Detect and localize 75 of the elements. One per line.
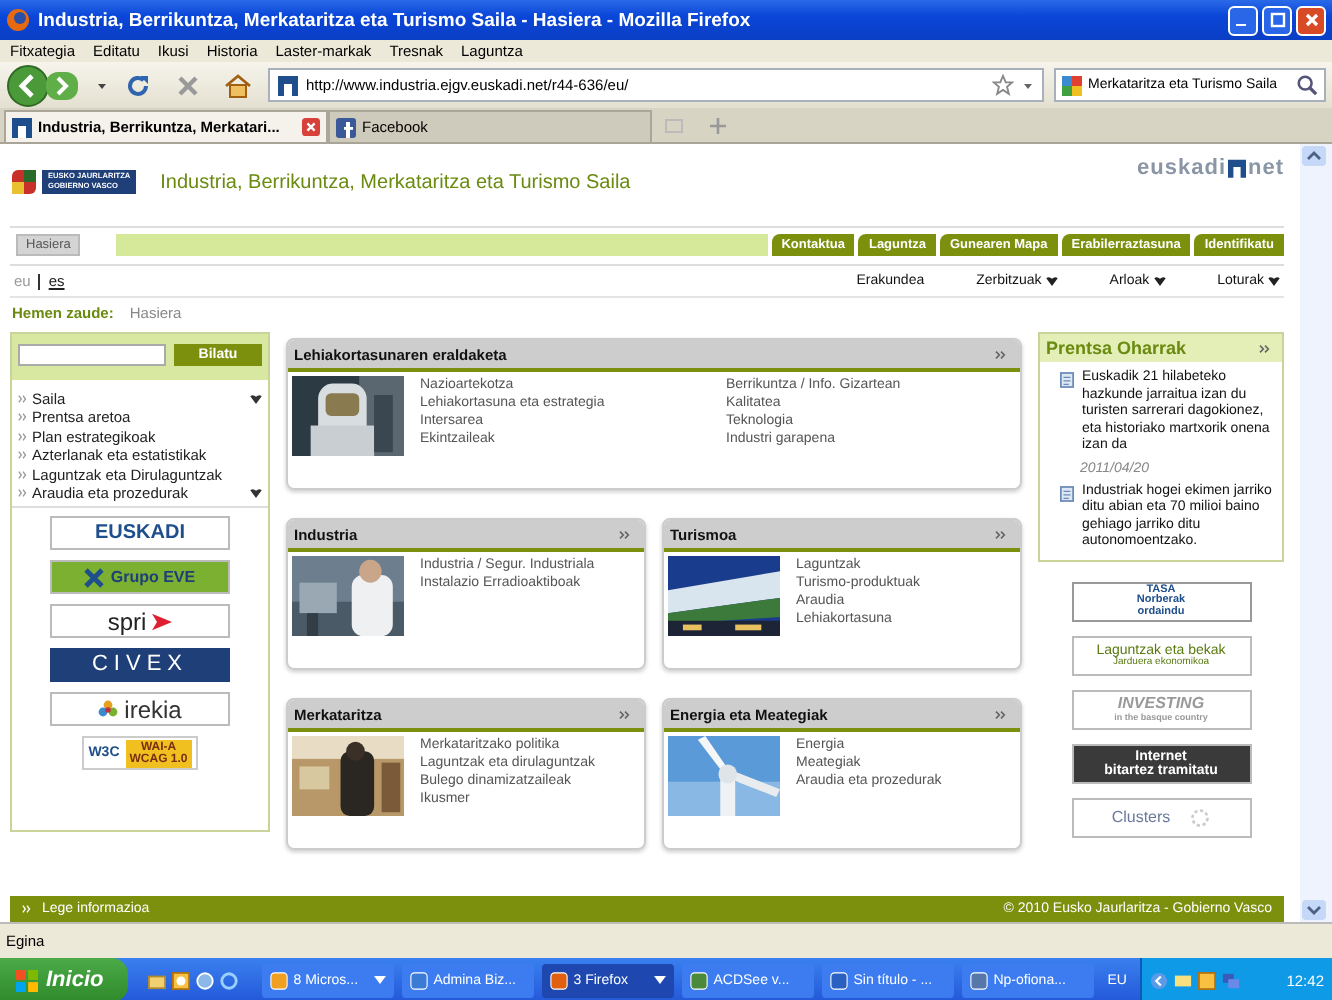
press-title: Prentsa Oharrak xyxy=(1046,338,1187,359)
banner-link[interactable]: CIVEX xyxy=(50,648,230,683)
double-chevron-icon[interactable] xyxy=(994,709,1008,720)
bullet-icon xyxy=(18,393,28,404)
network-icon[interactable] xyxy=(1222,971,1241,989)
double-chevron-icon[interactable] xyxy=(994,349,1008,360)
browser-icon[interactable] xyxy=(219,971,238,989)
windows-logo-icon xyxy=(16,969,38,991)
flower-icon xyxy=(98,699,119,720)
caret-icon xyxy=(250,488,262,499)
scroll-up-icon[interactable] xyxy=(1302,146,1326,166)
home-icon[interactable] xyxy=(224,71,252,99)
double-chevron-icon[interactable] xyxy=(618,709,632,720)
stop-icon[interactable] xyxy=(174,71,202,99)
app-icon xyxy=(269,971,288,989)
bullet-icon xyxy=(18,412,28,423)
double-chevron-icon[interactable] xyxy=(994,529,1008,540)
globe-icon[interactable] xyxy=(195,971,214,989)
window-title: Industria, Berrikuntza, Merkataritza eta Turismo Saila - Hasiera - Mozilla Firefox xyxy=(38,9,753,31)
reload-icon[interactable] xyxy=(124,71,152,99)
site-title: Industria, Berrikuntza, Merkataritza eta Turismo Saila xyxy=(160,171,633,194)
close-icon xyxy=(1301,10,1321,30)
arrow-icon xyxy=(152,611,173,632)
mail-icon[interactable] xyxy=(1174,971,1193,989)
caret-icon xyxy=(250,393,262,404)
caret-icon[interactable] xyxy=(653,974,666,986)
chevron-icon[interactable] xyxy=(1150,971,1169,989)
scrollbar[interactable] xyxy=(1300,144,1332,922)
minimize-button[interactable] xyxy=(1228,5,1258,35)
app-icon xyxy=(409,971,428,989)
banner-link[interactable]: spri xyxy=(50,604,230,639)
caret-icon xyxy=(1153,276,1166,287)
document-icon xyxy=(1060,485,1074,502)
arch-icon xyxy=(1228,156,1246,178)
facebook-icon xyxy=(336,117,356,137)
app-icon[interactable] xyxy=(171,971,190,989)
search-engine-icon xyxy=(1062,75,1082,95)
caret-icon xyxy=(1045,276,1058,287)
bullet-icon xyxy=(18,450,28,461)
coat-of-arms-icon xyxy=(10,168,38,197)
star-icon[interactable] xyxy=(992,74,1014,96)
bullet-icon xyxy=(18,469,28,480)
minimize-icon xyxy=(1236,23,1246,27)
ring-icon xyxy=(1190,807,1211,828)
x-mark-icon xyxy=(84,567,105,588)
app-icon xyxy=(689,971,708,989)
app-icon[interactable] xyxy=(1198,971,1217,989)
app-icon xyxy=(969,971,988,989)
double-chevron-icon[interactable] xyxy=(1258,343,1272,354)
folder-icon[interactable] xyxy=(147,971,166,989)
search-icon[interactable] xyxy=(1296,74,1318,96)
close-icon[interactable] xyxy=(302,118,320,136)
document-icon xyxy=(1060,372,1074,389)
banner-link[interactable]: Clusters xyxy=(1071,797,1251,838)
maximize-button[interactable] xyxy=(1262,5,1292,35)
banner-link[interactable]: EUSKADI xyxy=(50,516,230,551)
caret-icon xyxy=(1268,276,1280,287)
close-button[interactable] xyxy=(1296,5,1326,35)
site-icon xyxy=(278,75,298,95)
scroll-down-icon[interactable] xyxy=(1302,900,1326,920)
caret-icon[interactable] xyxy=(373,974,386,986)
caret-icon[interactable] xyxy=(96,79,108,91)
bullet-icon xyxy=(18,488,28,499)
app-icon xyxy=(829,971,848,989)
bullet-icon xyxy=(18,431,28,442)
site-icon xyxy=(12,117,32,137)
caret-icon[interactable] xyxy=(1022,79,1034,91)
banner-link[interactable]: irekia xyxy=(50,692,230,727)
start-button[interactable]: Inicio xyxy=(0,958,128,1000)
bullet-icon xyxy=(22,904,32,915)
app-icon xyxy=(549,971,568,989)
banner-link[interactable]: Grupo EVE xyxy=(50,560,230,595)
double-chevron-icon[interactable] xyxy=(618,529,632,540)
search-input[interactable] xyxy=(18,344,166,367)
maximize-icon xyxy=(1267,10,1287,30)
